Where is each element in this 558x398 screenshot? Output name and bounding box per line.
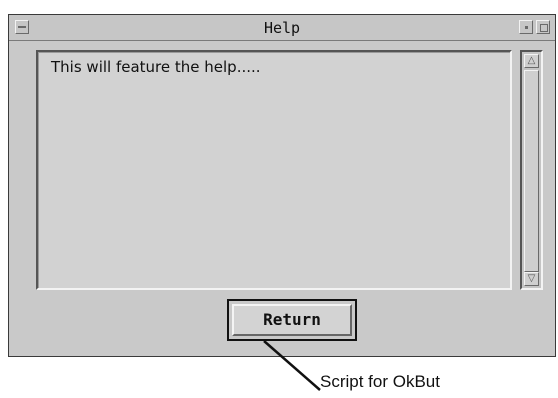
- callout-line: [263, 340, 321, 391]
- callout-label: Script for OkBut: [320, 372, 440, 391]
